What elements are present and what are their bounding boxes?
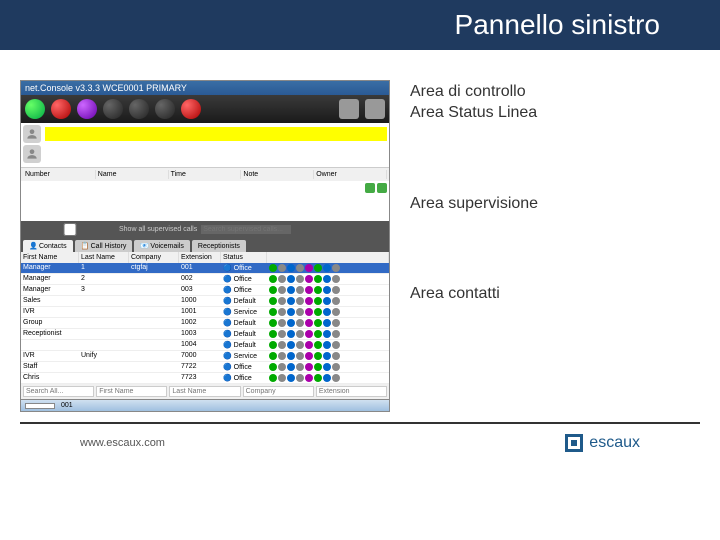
table-row[interactable]: Manager 1 ctgfaj 001 🔵 Office <box>21 263 389 274</box>
park-icon[interactable] <box>103 99 123 119</box>
voicemail-icon: 📧 <box>140 242 148 250</box>
hdr-last[interactable]: Last Name <box>79 252 129 263</box>
search-company[interactable] <box>243 386 314 397</box>
show-all-checkbox[interactable] <box>25 223 115 236</box>
conference-icon[interactable] <box>155 99 175 119</box>
status-row <box>23 145 387 163</box>
logo-mark-icon <box>565 434 583 452</box>
tab-voicemails[interactable]: 📧Voicemails <box>134 240 189 252</box>
search-ext[interactable] <box>316 386 387 397</box>
footer-url: www.escaux.com <box>80 437 165 449</box>
search-all[interactable] <box>23 386 94 397</box>
label-contacts-area: Area contatti <box>410 284 680 305</box>
table-row[interactable]: Sales 1000 🔵 Default <box>21 296 389 307</box>
hdr-actions <box>267 252 389 263</box>
contacts-icon: 👤 <box>29 242 37 250</box>
idle-line[interactable] <box>45 147 387 161</box>
settings-icon[interactable] <box>365 99 385 119</box>
tab-contacts[interactable]: 👤Contacts <box>23 240 73 252</box>
tab-receptionists[interactable]: Receptionists <box>192 240 246 252</box>
brand-logo: escaux <box>565 434 640 452</box>
status-row <box>23 125 387 143</box>
tab-call-history[interactable]: 📋Call History <box>75 240 133 252</box>
brand-name: escaux <box>589 434 640 452</box>
supervision-header: Number Name Time Note Owner <box>21 168 389 181</box>
col-owner[interactable]: Owner <box>314 170 387 179</box>
reject-icon[interactable] <box>181 99 201 119</box>
table-row[interactable]: Group 1002 🔵 Default <box>21 318 389 329</box>
show-all-label: Show all supervised calls <box>119 226 197 233</box>
status-bar: 001 <box>21 399 389 411</box>
status-ext: 001 <box>61 402 73 409</box>
contacts-filter-bar: Show all supervised calls <box>21 221 389 238</box>
table-row[interactable]: IVR 1001 🔵 Service <box>21 307 389 318</box>
status-area <box>21 123 389 167</box>
supervision-area: Number Name Time Note Owner <box>21 167 389 221</box>
col-note[interactable]: Note <box>241 170 314 179</box>
avatar-icon <box>23 145 41 163</box>
progress-icon <box>25 403 55 409</box>
label-control-area: Area di controllo Area Status Linea <box>410 82 680 124</box>
supervised-search[interactable] <box>201 225 291 234</box>
contacts-area: Show all supervised calls 👤Contacts 📋Cal… <box>21 221 389 399</box>
hold-icon[interactable] <box>77 99 97 119</box>
transfer-icon[interactable] <box>129 99 149 119</box>
table-row[interactable]: IVR Unify 7000 🔵 Service <box>21 351 389 362</box>
toolbar <box>21 95 389 123</box>
search-first[interactable] <box>96 386 167 397</box>
table-row[interactable]: Manager 2 002 🔵 Office <box>21 274 389 285</box>
table-row[interactable]: Chris 7723 🔵 Office <box>21 373 389 384</box>
hangup-icon[interactable] <box>51 99 71 119</box>
hdr-status[interactable]: Status <box>221 252 267 263</box>
label-supervision-area: Area supervisione <box>410 194 680 215</box>
col-number[interactable]: Number <box>23 170 96 179</box>
col-name[interactable]: Name <box>96 170 169 179</box>
table-row[interactable]: Staff 7722 🔵 Office <box>21 362 389 373</box>
search-row <box>21 384 389 399</box>
table-header: First Name Last Name Company Extension S… <box>21 252 389 263</box>
history-icon: 📋 <box>81 242 89 250</box>
slide-title: Pannello sinistro <box>455 9 660 41</box>
titlebar: net.Console v3.3.3 WCE0001 PRIMARY <box>21 81 389 95</box>
contacts-table: First Name Last Name Company Extension S… <box>21 252 389 384</box>
table-row[interactable]: Manager 3 003 🔵 Office <box>21 285 389 296</box>
table-row[interactable]: Receptionist 1003 🔵 Default <box>21 329 389 340</box>
refresh-icon[interactable] <box>365 183 375 193</box>
clear-icon[interactable] <box>377 183 387 193</box>
table-row[interactable]: 1004 🔵 Default <box>21 340 389 351</box>
search-last[interactable] <box>169 386 240 397</box>
avatar-icon <box>23 125 41 143</box>
tabs: 👤Contacts 📋Call History 📧Voicemails Rece… <box>21 238 389 252</box>
status-icon[interactable] <box>339 99 359 119</box>
hdr-ext[interactable]: Extension <box>179 252 221 263</box>
supervision-body <box>21 181 389 221</box>
hdr-company[interactable]: Company <box>129 252 179 263</box>
accept-icon[interactable] <box>25 99 45 119</box>
app-window: net.Console v3.3.3 WCE0001 PRIMARY <box>20 80 390 412</box>
col-time[interactable]: Time <box>169 170 242 179</box>
active-line[interactable] <box>45 127 387 141</box>
hdr-first[interactable]: First Name <box>21 252 79 263</box>
